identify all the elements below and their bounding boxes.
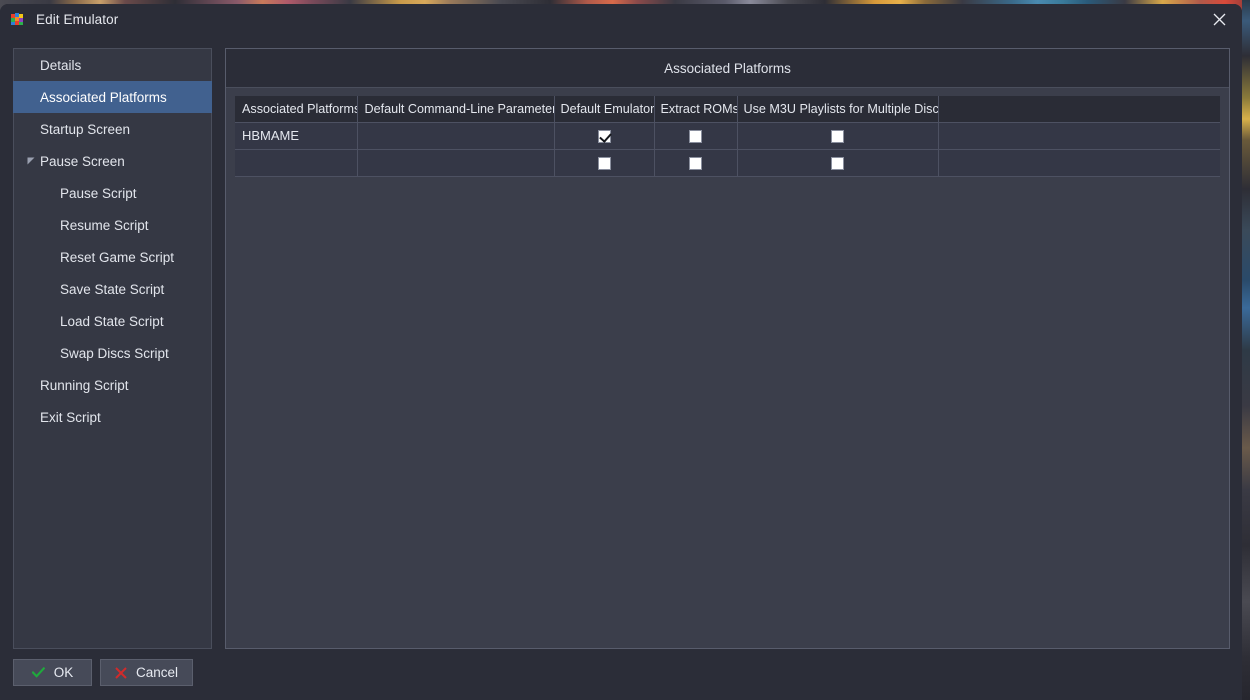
cell-extract-roms[interactable]: [654, 122, 737, 149]
window-title: Edit Emulator: [36, 12, 118, 27]
sidebar-item-label: Associated Platforms: [40, 90, 167, 105]
sidebar-item-save-state-script[interactable]: Save State Script: [14, 273, 211, 305]
sidebar-item-label: Save State Script: [60, 282, 164, 297]
sidebar-item-label: Details: [40, 58, 81, 73]
sidebar-item-resume-script[interactable]: Resume Script: [14, 209, 211, 241]
cell-associated-platform[interactable]: [235, 149, 357, 176]
grid-header: Associated Platforms Default Command-Line…: [235, 96, 1220, 122]
grid-column-header-label: Use M3U Playlists for Multiple Discs: [744, 102, 939, 116]
sidebar-item-label: Resume Script: [60, 218, 149, 233]
grid-body: HBMAME: [235, 122, 1220, 176]
sidebar-item-label: Swap Discs Script: [60, 346, 169, 361]
sidebar-item-reset-game-script[interactable]: Reset Game Script: [14, 241, 211, 273]
grid-column-header-extract-roms[interactable]: Extract ROMs: [654, 96, 737, 122]
panel-content: Associated Platforms Default Command-Line…: [226, 89, 1229, 648]
table-row[interactable]: [235, 149, 1220, 176]
grid-column-header-default-emulator[interactable]: Default Emulator: [554, 96, 654, 122]
panel-title: Associated Platforms: [664, 61, 791, 76]
grid-column-header-filler[interactable]: [938, 96, 1220, 122]
sidebar-item-label: Startup Screen: [40, 122, 130, 137]
sidebar-item-startup-screen[interactable]: Startup Screen: [14, 113, 211, 145]
cell-filler: [938, 122, 1220, 149]
cell-default-emulator[interactable]: [554, 122, 654, 149]
panel-header: Associated Platforms: [226, 49, 1229, 88]
edit-emulator-dialog: Edit Emulator Details Associated Platform…: [0, 4, 1242, 700]
cell-associated-platform[interactable]: HBMAME: [235, 122, 357, 149]
main-panel: Associated Platforms Associated Platform…: [225, 48, 1230, 649]
rubiks-cube-icon: [9, 11, 26, 28]
cell-use-m3u[interactable]: [737, 149, 938, 176]
cell-default-command-line-parameters[interactable]: [357, 122, 554, 149]
sidebar-item-label: Pause Script: [60, 186, 137, 201]
checkbox-default-emulator[interactable]: [598, 130, 611, 143]
expander-triangle-icon[interactable]: [26, 156, 36, 166]
associated-platforms-grid: Associated Platforms Default Command-Line…: [235, 96, 1220, 177]
sidebar-item-running-script[interactable]: Running Script: [14, 369, 211, 401]
dialog-footer: OK Cancel: [0, 649, 1242, 700]
grid-column-header-associated-platforms[interactable]: Associated Platforms: [235, 96, 357, 122]
checkbox-use-m3u[interactable]: [831, 157, 844, 170]
grid-column-header-label: Default Command-Line Parameters: [365, 102, 555, 116]
desktop-background-strip-right: [1242, 0, 1250, 700]
close-button[interactable]: [1196, 4, 1242, 35]
sidebar-item-load-state-script[interactable]: Load State Script: [14, 305, 211, 337]
cancel-button-label: Cancel: [136, 665, 178, 680]
ok-button-label: OK: [54, 665, 74, 680]
cell-default-emulator[interactable]: [554, 149, 654, 176]
sidebar-item-details[interactable]: Details: [14, 49, 211, 81]
grid-column-header-label: Extract ROMs: [661, 102, 738, 116]
sidebar-item-swap-discs-script[interactable]: Swap Discs Script: [14, 337, 211, 369]
cancel-button[interactable]: Cancel: [100, 659, 193, 686]
sidebar-item-associated-platforms[interactable]: Associated Platforms: [13, 81, 212, 113]
sidebar-item-label: Exit Script: [40, 410, 101, 425]
sidebar-item-label: Load State Script: [60, 314, 164, 329]
grid-column-header-label: Default Emulator: [561, 102, 655, 116]
sidebar-item-pause-screen[interactable]: Pause Screen: [14, 145, 211, 177]
sidebar-item-label: Running Script: [40, 378, 129, 393]
red-x-icon: [115, 667, 127, 679]
checkbox-use-m3u[interactable]: [831, 130, 844, 143]
grid-header-row: Associated Platforms Default Command-Line…: [235, 96, 1220, 122]
grid-column-header-default-command-line-parameters[interactable]: Default Command-Line Parameters: [357, 96, 554, 122]
checkbox-extract-roms[interactable]: [689, 130, 702, 143]
cell-default-command-line-parameters[interactable]: [357, 149, 554, 176]
close-icon: [1213, 13, 1226, 26]
checkbox-default-emulator[interactable]: [598, 157, 611, 170]
sidebar-item-pause-script[interactable]: Pause Script: [14, 177, 211, 209]
cell-extract-roms[interactable]: [654, 149, 737, 176]
sidebar-item-label: Pause Screen: [40, 154, 125, 169]
grid-column-header-use-m3u-playlists-for-multiple-discs[interactable]: Use M3U Playlists for Multiple Discs: [737, 96, 938, 122]
cell-use-m3u[interactable]: [737, 122, 938, 149]
dialog-body: Details Associated Platforms Startup Scree…: [0, 35, 1242, 649]
ok-button[interactable]: OK: [13, 659, 92, 686]
green-check-icon: [32, 667, 45, 678]
grid-column-header-label: Associated Platforms: [242, 102, 357, 116]
sidebar-item-exit-script[interactable]: Exit Script: [14, 401, 211, 433]
settings-nav-sidebar: Details Associated Platforms Startup Scree…: [13, 48, 212, 649]
checkbox-extract-roms[interactable]: [689, 157, 702, 170]
sidebar-item-label: Reset Game Script: [60, 250, 174, 265]
cell-filler: [938, 149, 1220, 176]
titlebar: Edit Emulator: [0, 4, 1242, 35]
table-row[interactable]: HBMAME: [235, 122, 1220, 149]
